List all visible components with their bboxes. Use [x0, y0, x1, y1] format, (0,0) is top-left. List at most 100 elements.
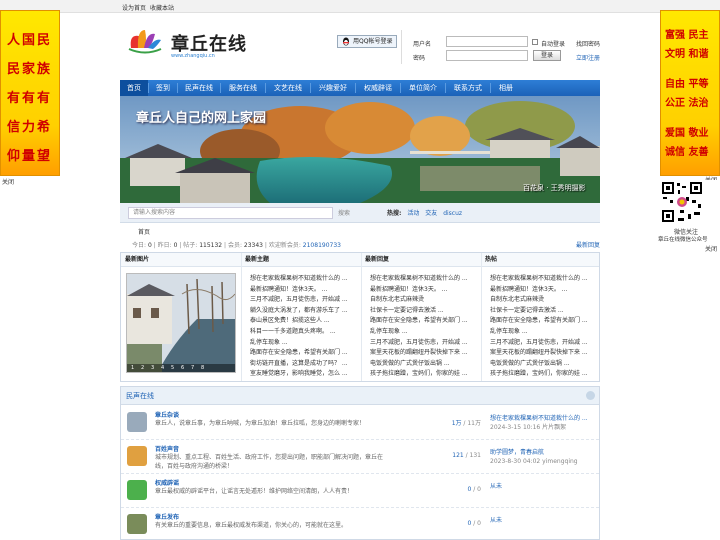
topic-link[interactable]: 泰山景区免费！招揽这些人 ...	[250, 315, 358, 324]
slogan-line: 人国民	[7, 33, 53, 48]
reply-link[interactable]: 社保卡一定要记得去激活 ...	[370, 305, 478, 314]
reply-link[interactable]: 自制东北老式麻辣烫	[370, 294, 478, 303]
site-logo[interactable]: 章丘在线 www.zhangqiu.cn	[127, 26, 247, 66]
reply-link[interactable]: 三月不减肥，五月徒伤悲，开始减 ...	[370, 337, 478, 346]
qr-code-icon	[660, 180, 704, 224]
set-homepage-link[interactable]: 设为首页	[122, 3, 146, 12]
topic-link[interactable]: 三月不减肥，五月徒伤悲，开始减 ...	[250, 294, 358, 303]
board-title[interactable]: 百姓声音	[155, 444, 179, 453]
top-bar: 设为首页 收藏本站	[0, 0, 720, 13]
hot-post-link[interactable]: 社保卡一定要记得去激活 ...	[490, 305, 598, 314]
password-input[interactable]	[446, 50, 528, 61]
breadcrumb[interactable]: 首页	[138, 227, 150, 236]
stat-label: 欢迎新会员:	[268, 242, 301, 249]
thread-count: 121	[452, 452, 464, 459]
hot-search-term[interactable]: discuz	[443, 210, 462, 217]
find-password-link[interactable]: 找回密码	[576, 39, 600, 48]
nav-item-contact[interactable]: 联系方式	[446, 80, 490, 96]
reply-link[interactable]: 路面存在安全隐患，希望有关部门 ...	[370, 315, 478, 324]
board-title[interactable]: 章丘杂谈	[155, 410, 179, 419]
left-slogan-banner[interactable]: 人国民 民家族 有有有 信力希 仰量望	[0, 10, 60, 176]
hot-post-link[interactable]: 三月不减肥，五月徒伤悲，开始减 ...	[490, 337, 598, 346]
hot-post-link[interactable]: 最新招聘通知！连休3天。 ...	[490, 284, 598, 293]
nav-item-units[interactable]: 单位简介	[401, 80, 445, 96]
reply-link[interactable]: 案里天花板的蹋翻纽丹裂快掉下来 ...	[370, 347, 478, 356]
newest-member-link[interactable]: 2108190733	[303, 242, 341, 249]
topic-link[interactable]: 乱停车现象 ...	[250, 337, 358, 346]
document-icon[interactable]	[127, 514, 147, 534]
nav-item-voice[interactable]: 民声在线	[178, 80, 220, 96]
pager-dot[interactable]: 2	[141, 365, 144, 371]
topic-link[interactable]: 想在老家栽棵果树不知道栽什么的 ...	[250, 273, 358, 282]
speech-bubble-icon[interactable]	[127, 480, 147, 500]
board-description: 有关章丘的重要信息，章丘最权威发布渠道，你关心的，可能就在这里。	[155, 522, 348, 529]
bookmark-link[interactable]: 收藏本站	[150, 3, 174, 12]
stat-members: 23343	[243, 242, 263, 249]
hot-post-link[interactable]: 路面存在安全隐患，希望有关部门 ...	[490, 315, 598, 324]
hot-search: 热搜: 活动 交友 discuz	[387, 208, 462, 217]
hot-post-link[interactable]: 想在老家栽棵果树不知道栽什么的 ...	[490, 273, 598, 282]
pager-dot[interactable]: 6	[181, 365, 184, 371]
last-post-link[interactable]: 想在老家栽棵果树不知道栽什么的 ...	[490, 414, 595, 423]
reply-link[interactable]: 乱停车现象 ...	[370, 326, 478, 335]
nav-item-home[interactable]: 首页	[120, 80, 148, 96]
chat-icon[interactable]	[127, 412, 147, 432]
nav-item-arts[interactable]: 文艺在线	[266, 80, 310, 96]
hot-post-link[interactable]: 乱停车现象 ...	[490, 326, 598, 335]
reply-link[interactable]: 孩子拖拉磨蹭，宝妈们，你家的娃 ...	[370, 368, 478, 377]
board-title[interactable]: 权威辟谣	[155, 478, 179, 487]
last-post-link[interactable]: 从未	[490, 516, 595, 525]
forum-stats: 今日: 0 | 昨日: 0 | 帖子: 115132 | 会员: 23343 |…	[132, 242, 341, 249]
nav-item-rumor[interactable]: 权威辟谣	[356, 80, 400, 96]
qq-login-button[interactable]: 用QQ帐号登录	[337, 35, 397, 48]
slogan-line: 有有有	[7, 91, 53, 106]
topic-link[interactable]: 科目一一千多道题真头疼啊。 ...	[250, 326, 358, 335]
column-divider	[361, 253, 362, 381]
forum-section-title: 民声在线	[126, 392, 154, 400]
thread-count: 1万	[451, 420, 462, 427]
right-slogan-banner[interactable]: 富强 民主 文明 和谐 自由 平等 公正 法治 爱国 敬业 诚信 友善	[660, 10, 720, 176]
pager-dot[interactable]: 5	[171, 365, 174, 371]
search-input[interactable]: 请输入搜索内容	[128, 207, 333, 219]
hot-search-term[interactable]: 交友	[425, 210, 437, 217]
register-link[interactable]: 立即注册	[576, 53, 600, 62]
board-title[interactable]: 章丘发布	[155, 512, 179, 521]
pager-dot[interactable]: 7	[191, 365, 194, 371]
pager-dot[interactable]: 3	[151, 365, 154, 371]
hot-post-link[interactable]: 案里天花板的蹋翻纽丹裂快掉下来 ...	[490, 347, 598, 356]
reply-link[interactable]: 电饭煲做的广式煲仔饭出锅 ...	[370, 358, 478, 367]
auto-login-checkbox[interactable]	[532, 39, 538, 45]
nav-item-hobbies[interactable]: 兴趣爱好	[311, 80, 355, 96]
topic-link[interactable]: 街坊链开直播，这算是成功了吗？ ...	[250, 358, 358, 367]
latest-image-slider[interactable]: 1 2 3 4 5 6 7 8	[126, 273, 236, 373]
last-post: 助学圆梦，青春启航 2023-8-30 04:02 yimengqing	[490, 448, 595, 466]
close-qr-link[interactable]: 关闭	[705, 244, 717, 253]
username-input[interactable]	[446, 36, 528, 47]
latest-replies-link[interactable]: 最新回复	[576, 240, 600, 249]
reply-link[interactable]: 想在老家栽棵果树不知道栽什么的 ...	[370, 273, 478, 282]
hot-post-link[interactable]: 自制东北老式麻辣烫	[490, 294, 598, 303]
nav-item-album[interactable]: 相册	[491, 80, 521, 96]
pager-dot[interactable]: 8	[201, 365, 204, 371]
nav-item-service[interactable]: 服务在线	[221, 80, 265, 96]
hot-search-term[interactable]: 活动	[407, 210, 419, 217]
topic-link[interactable]: 最新招聘通知！连休3天。 ...	[250, 284, 358, 293]
hot-post-link[interactable]: 孩子拖拉磨蹭，宝妈们，你家的娃 ...	[490, 368, 598, 377]
last-post-time: 2023-8-30 04:02 yimengqing	[490, 458, 578, 465]
pager-dot[interactable]: 4	[161, 365, 164, 371]
collapse-icon[interactable]	[586, 391, 595, 400]
nav-item-checkin[interactable]: 签到	[149, 80, 177, 96]
search-button[interactable]: 搜索	[338, 208, 350, 217]
topic-link[interactable]: 躺久没庭大涡发了，都有游乐车了 ...	[250, 305, 358, 314]
last-post-link[interactable]: 助学圆梦，青春启航	[490, 448, 595, 457]
pencil-icon[interactable]	[127, 446, 147, 466]
hot-post-link[interactable]: 电饭煲做的广式煲仔饭出锅 ...	[490, 358, 598, 367]
topic-link[interactable]: 路面存在安全隐患，希望有关部门 ...	[250, 347, 358, 356]
topic-link[interactable]: 室友睡觉磨牙，影响我睡觉，怎么 ...	[250, 368, 358, 377]
last-post-link[interactable]: 从未	[490, 482, 595, 491]
close-left-ad-link[interactable]: 关闭	[2, 177, 14, 186]
reply-link[interactable]: 最新招聘通知！连休3天。 ...	[370, 284, 478, 293]
forum-section-header[interactable]: 民声在线	[121, 387, 599, 405]
login-button[interactable]: 登录	[533, 50, 561, 61]
pager-dot[interactable]: 1	[131, 365, 134, 371]
